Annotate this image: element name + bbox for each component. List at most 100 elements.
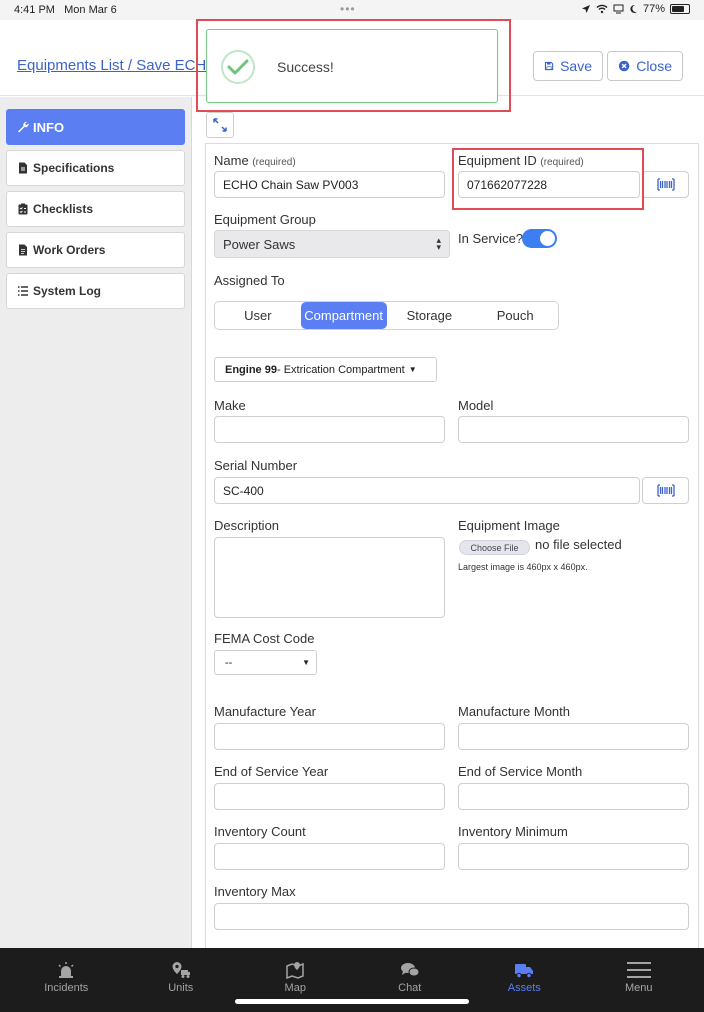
segment-pouch[interactable]: Pouch xyxy=(472,302,558,329)
fema-cost-code-select[interactable]: -- ▼ xyxy=(214,650,317,675)
tab-label: Units xyxy=(168,982,194,994)
name-label: Name (required) xyxy=(214,153,296,168)
barcode-icon xyxy=(656,178,675,191)
required-note: (required) xyxy=(252,157,296,168)
equipment-group-label: Equipment Group xyxy=(214,212,316,227)
choose-file-button[interactable]: Choose File xyxy=(459,540,530,555)
check-icon xyxy=(221,50,255,84)
floppy-disk-icon xyxy=(544,61,554,71)
close-label: Close xyxy=(636,58,672,74)
description-textarea[interactable] xyxy=(214,537,445,618)
equipment-id-input[interactable]: 071662077228 xyxy=(458,171,640,198)
wifi-icon xyxy=(596,4,608,14)
make-label: Make xyxy=(214,398,246,413)
inventory-minimum-label: Inventory Minimum xyxy=(458,824,568,839)
battery-icon xyxy=(670,4,690,14)
toggle-knob xyxy=(540,231,555,246)
tab-assets[interactable]: Assets xyxy=(467,948,582,1012)
expand-button[interactable] xyxy=(206,112,234,138)
tab-incidents[interactable]: Incidents xyxy=(9,948,124,1012)
inventory-count-label: Inventory Count xyxy=(214,824,306,839)
close-button[interactable]: Close xyxy=(607,51,683,81)
toast-message: Success! xyxy=(277,59,334,75)
end-of-service-year-label: End of Service Year xyxy=(214,764,329,779)
required-note: (required) xyxy=(540,157,584,168)
tab-label: Assets xyxy=(507,982,541,994)
tab-label: Menu xyxy=(624,982,653,994)
success-toast: Success! xyxy=(206,29,498,103)
image-size-hint: Largest image is 460px x 460px. xyxy=(458,562,588,572)
manufacture-month-input[interactable] xyxy=(458,723,689,750)
sidebar-item-specifications[interactable]: Specifications xyxy=(6,150,185,186)
tab-label: Incidents xyxy=(44,982,89,994)
model-input[interactable] xyxy=(458,416,689,443)
equipment-group-select[interactable]: Power Saws ▴ ▾ xyxy=(214,230,450,258)
inventory-minimum-input[interactable] xyxy=(458,843,689,870)
sidebar-item-system-log[interactable]: System Log xyxy=(6,273,185,309)
tab-label: Chat xyxy=(398,982,422,994)
end-of-service-month-input[interactable] xyxy=(458,783,689,810)
equipment-image-label: Equipment Image xyxy=(458,518,560,533)
status-time: 4:41 PM xyxy=(14,4,55,16)
serial-number-label: Serial Number xyxy=(214,458,298,473)
battery-fill xyxy=(672,6,684,12)
sidebar-item-info[interactable]: INFO xyxy=(6,109,185,145)
inventory-count-input[interactable] xyxy=(214,843,445,870)
save-button[interactable]: Save xyxy=(533,51,603,81)
segment-storage[interactable]: Storage xyxy=(387,302,473,329)
in-service-label: In Service? xyxy=(458,231,524,246)
end-of-service-year-input[interactable] xyxy=(214,783,445,810)
tab-label: Map xyxy=(284,982,306,994)
screen-mirror-icon xyxy=(613,4,624,14)
clipboard-check-icon xyxy=(18,203,28,215)
caret-down-icon: ▼ xyxy=(302,658,310,667)
inventory-max-input[interactable] xyxy=(214,903,689,930)
moon-icon xyxy=(630,4,637,13)
truck-icon xyxy=(515,964,534,979)
map-pin-truck-icon xyxy=(172,962,190,978)
compartment-unit: Engine 99 xyxy=(225,363,277,376)
file-icon xyxy=(19,244,27,256)
sidebar-item-label: System Log xyxy=(33,284,102,298)
segment-compartment[interactable]: Compartment xyxy=(300,302,387,329)
equipment-group-value: Power Saws xyxy=(223,236,296,252)
alarm-icon xyxy=(58,962,74,978)
chat-icon xyxy=(400,963,420,977)
breadcrumb[interactable]: Equipments List / Save ECHO Chain Saw PV… xyxy=(17,57,217,74)
assigned-to-segmented: User Compartment Storage Pouch xyxy=(214,301,559,330)
assigned-to-label: Assigned To xyxy=(214,273,285,288)
sidebar-item-checklists[interactable]: Checklists xyxy=(6,191,185,227)
equipment-id-label-text: Equipment ID xyxy=(458,153,537,168)
name-label-text: Name xyxy=(214,153,249,168)
hamburger-icon xyxy=(626,962,651,978)
list-icon xyxy=(18,286,28,296)
name-input[interactable]: ECHO Chain Saw PV003 xyxy=(214,171,445,198)
model-label: Model xyxy=(458,398,494,413)
compartment-dropdown[interactable]: Engine 99 - Extrication Compartment ▼ xyxy=(214,357,437,382)
sidebar-item-label: INFO xyxy=(33,119,65,135)
description-label: Description xyxy=(214,518,280,533)
segment-user[interactable]: User xyxy=(215,302,301,329)
manufacture-year-input[interactable] xyxy=(214,723,445,750)
caret-down-icon: ▼ xyxy=(408,365,417,374)
manufacture-year-label: Manufacture Year xyxy=(214,704,316,719)
fema-cost-code-label: FEMA Cost Code xyxy=(214,631,315,646)
sidebar-item-work-orders[interactable]: Work Orders xyxy=(6,232,185,268)
manufacture-month-label: Manufacture Month xyxy=(458,704,571,719)
no-file-text: no file selected xyxy=(535,537,622,552)
sidebar-item-label: Specifications xyxy=(33,161,115,175)
wrench-icon xyxy=(18,121,29,133)
tab-units[interactable]: Units xyxy=(124,948,239,1012)
fema-cost-code-value: -- xyxy=(225,656,233,669)
make-input[interactable] xyxy=(214,416,445,443)
equipment-id-label: Equipment ID (required) xyxy=(458,153,584,168)
tab-menu[interactable]: Menu xyxy=(582,948,697,1012)
multitask-dots-icon[interactable]: ••• xyxy=(340,2,356,16)
expand-arrows-icon xyxy=(213,118,227,132)
scan-equipment-id-button[interactable] xyxy=(642,171,689,198)
scan-serial-button[interactable] xyxy=(642,477,689,504)
serial-number-input[interactable]: SC-400 xyxy=(214,477,640,504)
home-indicator[interactable] xyxy=(235,999,469,1004)
in-service-toggle[interactable] xyxy=(522,229,557,248)
status-date: Mon Mar 6 xyxy=(64,4,117,16)
